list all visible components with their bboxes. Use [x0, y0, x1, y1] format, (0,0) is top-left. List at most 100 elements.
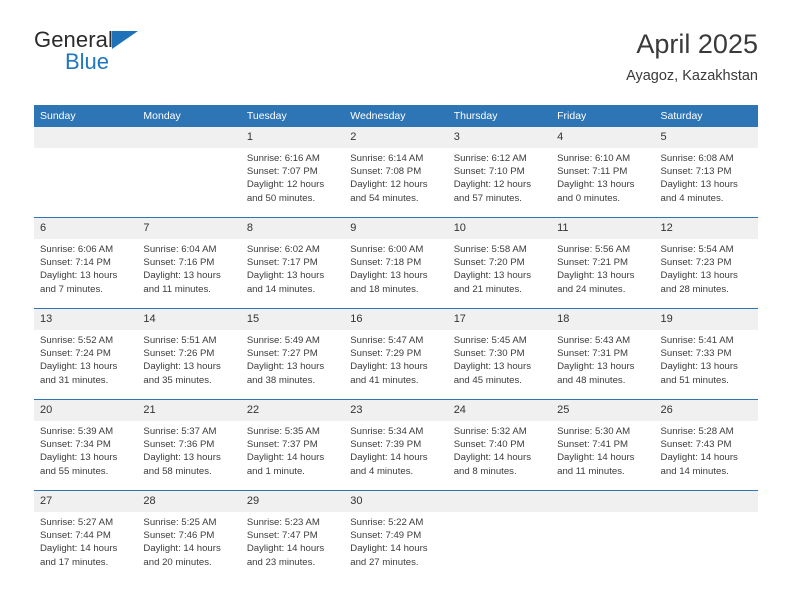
sunset-text: Sunset: 7:29 PM — [350, 348, 422, 360]
day-number: 10 — [447, 218, 552, 239]
sunset-text: Sunset: 7:07 PM — [246, 166, 318, 178]
calendar-day-cell[interactable]: 18 Sunrise: 5:43 AM Sunset: 7:31 PM Dayligh… — [551, 308, 655, 400]
calendar-day-cell[interactable]: 29 Sunrise: 5:23 AM Sunset: 7:47 PM Dayligh… — [240, 491, 345, 582]
sunset-text: Sunset: 7:44 PM — [40, 530, 111, 542]
day-number: 16 — [344, 309, 448, 330]
daylight-text: Daylight: 13 hours — [453, 361, 532, 373]
day-number: 30 — [344, 491, 448, 512]
day-sun-info: Sunrise: 6:04 AM Sunset: 7:16 PM Daylight:… — [137, 239, 240, 296]
day-sun-info: Sunrise: 5:56 AM Sunset: 7:21 PM Daylight:… — [551, 239, 654, 296]
calendar-day-cell[interactable]: 13 Sunrise: 5:52 AM Sunset: 7:24 PM Dayligh… — [34, 308, 138, 400]
sunset-text: Sunset: 7:36 PM — [143, 439, 215, 451]
calendar-day-cell-empty — [447, 491, 552, 582]
calendar-day-cell[interactable]: 2 Sunrise: 6:14 AM Sunset: 7:08 PM Daylight… — [344, 127, 448, 218]
calendar-day-cell[interactable]: 27 Sunrise: 5:27 AM Sunset: 7:44 PM Dayligh… — [34, 491, 138, 582]
calendar-day-cell[interactable]: 25 Sunrise: 5:30 AM Sunset: 7:41 PM Dayligh… — [551, 399, 655, 491]
calendar-day-cell[interactable]: 5 Sunrise: 6:08 AM Sunset: 7:13 PM Daylight… — [654, 127, 758, 218]
sunrise-text: Sunrise: 6:16 AM — [246, 153, 320, 164]
calendar-day-cell[interactable]: 20 Sunrise: 5:39 AM Sunset: 7:34 PM Dayligh… — [34, 399, 138, 491]
day-sun-info: Sunrise: 5:32 AM Sunset: 7:40 PM Daylight:… — [448, 421, 551, 478]
calendar-head: Sunday Monday Tuesday Wednesday Thursday Frid… — [34, 105, 758, 127]
day-sun-info — [34, 148, 137, 152]
day-sun-info: Sunrise: 5:28 AM Sunset: 7:43 PM Daylight:… — [655, 421, 758, 478]
sunrise-text: Sunrise: 5:51 AM — [143, 335, 217, 346]
sunset-text: Sunset: 7:23 PM — [660, 257, 732, 269]
calendar-day-cell[interactable]: 17 Sunrise: 5:45 AM Sunset: 7:30 PM Dayligh… — [447, 308, 552, 400]
day-sun-info: Sunrise: 6:02 AM Sunset: 7:17 PM Daylight:… — [241, 239, 344, 296]
calendar-day-cell[interactable]: 6 Sunrise: 6:06 AM Sunset: 7:14 PM Daylight… — [34, 217, 138, 309]
page-title: April 2025 — [636, 29, 758, 59]
brand-name-general: General — [34, 27, 113, 52]
day-number: 1 — [240, 127, 345, 148]
sunrise-text: Sunrise: 5:54 AM — [660, 244, 734, 255]
daylight-text-cont: and 55 minutes. — [40, 465, 109, 477]
calendar-day-cell[interactable]: 3 Sunrise: 6:12 AM Sunset: 7:10 PM Daylight… — [447, 127, 552, 218]
calendar-day-cell[interactable]: 21 Sunrise: 5:37 AM Sunset: 7:36 PM Dayligh… — [137, 399, 241, 491]
daylight-text-cont: and 14 minutes. — [246, 283, 316, 295]
day-number: 26 — [654, 400, 758, 421]
calendar-day-cell[interactable]: 9 Sunrise: 6:00 AM Sunset: 7:18 PM Daylight… — [344, 217, 448, 309]
day-number: 25 — [551, 400, 655, 421]
weekday-header-tuesday: Tuesday — [240, 105, 345, 127]
calendar-day-cell[interactable]: 28 Sunrise: 5:25 AM Sunset: 7:46 PM Dayligh… — [137, 491, 241, 582]
sunset-text: Sunset: 7:24 PM — [40, 348, 111, 360]
daylight-text: Daylight: 12 hours — [453, 179, 532, 191]
daylight-text: Daylight: 13 hours — [660, 361, 738, 373]
daylight-text-cont: and 45 minutes. — [453, 374, 522, 386]
calendar-day-cell[interactable]: 30 Sunrise: 5:22 AM Sunset: 7:49 PM Dayligh… — [344, 491, 448, 582]
daylight-text-cont: and 4 minutes. — [660, 192, 724, 204]
calendar-week-row: 20 Sunrise: 5:39 AM Sunset: 7:34 PM Dayligh… — [34, 399, 758, 491]
calendar-body: 1 Sunrise: 6:16 AM Sunset: 7:07 PM Daylight… — [34, 127, 758, 581]
calendar-day-cell[interactable]: 15 Sunrise: 5:49 AM Sunset: 7:27 PM Dayligh… — [240, 308, 345, 400]
daylight-text: Daylight: 13 hours — [40, 270, 118, 282]
calendar-day-cell[interactable]: 12 Sunrise: 5:54 AM Sunset: 7:23 PM Dayligh… — [654, 217, 758, 309]
sunrise-text: Sunrise: 6:02 AM — [246, 244, 320, 255]
sunrise-text: Sunrise: 6:04 AM — [143, 244, 217, 255]
daylight-text-cont: and 58 minutes. — [143, 465, 212, 477]
day-sun-info: Sunrise: 6:00 AM Sunset: 7:18 PM Daylight:… — [344, 239, 447, 296]
calendar-day-cell[interactable]: 8 Sunrise: 6:02 AM Sunset: 7:17 PM Daylight… — [240, 217, 345, 309]
sunset-text: Sunset: 7:31 PM — [557, 348, 629, 360]
calendar-day-cell[interactable]: 11 Sunrise: 5:56 AM Sunset: 7:21 PM Dayligh… — [551, 217, 655, 309]
calendar-day-cell[interactable]: 23 Sunrise: 5:34 AM Sunset: 7:39 PM Dayligh… — [344, 399, 448, 491]
calendar-day-cell[interactable]: 22 Sunrise: 5:35 AM Sunset: 7:37 PM Dayligh… — [240, 399, 345, 491]
sunset-text: Sunset: 7:20 PM — [453, 257, 525, 269]
day-sun-info: Sunrise: 5:22 AM Sunset: 7:49 PM Daylight:… — [344, 512, 447, 569]
calendar-day-cell[interactable]: 1 Sunrise: 6:16 AM Sunset: 7:07 PM Daylight… — [240, 127, 345, 218]
daylight-text-cont: and 35 minutes. — [143, 374, 212, 386]
day-sun-info: Sunrise: 5:39 AM Sunset: 7:34 PM Daylight:… — [34, 421, 137, 478]
calendar-day-cell[interactable]: 24 Sunrise: 5:32 AM Sunset: 7:40 PM Dayligh… — [447, 399, 552, 491]
calendar-day-cell[interactable]: 14 Sunrise: 5:51 AM Sunset: 7:26 PM Dayligh… — [137, 308, 241, 400]
brand-logo[interactable]: General Blue — [34, 28, 234, 88]
sunrise-text: Sunrise: 5:37 AM — [143, 426, 217, 437]
calendar-day-cell-empty — [34, 127, 138, 218]
day-number — [551, 491, 655, 512]
day-sun-info: Sunrise: 5:43 AM Sunset: 7:31 PM Daylight:… — [551, 330, 654, 387]
calendar-day-cell[interactable]: 4 Sunrise: 6:10 AM Sunset: 7:11 PM Daylight… — [551, 127, 655, 218]
sunrise-text: Sunrise: 5:32 AM — [453, 426, 527, 437]
day-sun-info: Sunrise: 5:54 AM Sunset: 7:23 PM Daylight:… — [655, 239, 758, 296]
sunrise-text: Sunrise: 6:06 AM — [40, 244, 114, 255]
calendar-day-cell[interactable]: 26 Sunrise: 5:28 AM Sunset: 7:43 PM Dayligh… — [654, 399, 758, 491]
sunrise-text: Sunrise: 5:41 AM — [660, 335, 734, 346]
calendar-day-cell[interactable]: 16 Sunrise: 5:47 AM Sunset: 7:29 PM Dayligh… — [344, 308, 448, 400]
sunrise-text: Sunrise: 5:27 AM — [40, 517, 114, 528]
day-sun-info — [655, 512, 758, 516]
calendar-week-row: 6 Sunrise: 6:06 AM Sunset: 7:14 PM Daylight… — [34, 217, 758, 309]
calendar-day-cell[interactable]: 19 Sunrise: 5:41 AM Sunset: 7:33 PM Dayligh… — [654, 308, 758, 400]
sunset-text: Sunset: 7:47 PM — [246, 530, 318, 542]
sunrise-text: Sunrise: 5:39 AM — [40, 426, 114, 437]
day-number: 18 — [551, 309, 655, 330]
day-number: 11 — [551, 218, 655, 239]
day-sun-info — [551, 512, 654, 516]
calendar-day-cell[interactable]: 7 Sunrise: 6:04 AM Sunset: 7:16 PM Daylight… — [137, 217, 241, 309]
daylight-text-cont: and 17 minutes. — [40, 556, 109, 568]
daylight-text-cont: and 41 minutes. — [350, 374, 419, 386]
day-sun-info: Sunrise: 5:45 AM Sunset: 7:30 PM Daylight:… — [448, 330, 551, 387]
day-number: 15 — [240, 309, 345, 330]
daylight-text-cont: and 1 minute. — [246, 465, 305, 477]
daylight-text: Daylight: 12 hours — [246, 179, 325, 191]
sunset-text: Sunset: 7:27 PM — [246, 348, 318, 360]
daylight-text: Daylight: 13 hours — [143, 361, 221, 373]
calendar-day-cell[interactable]: 10 Sunrise: 5:58 AM Sunset: 7:20 PM Dayligh… — [447, 217, 552, 309]
